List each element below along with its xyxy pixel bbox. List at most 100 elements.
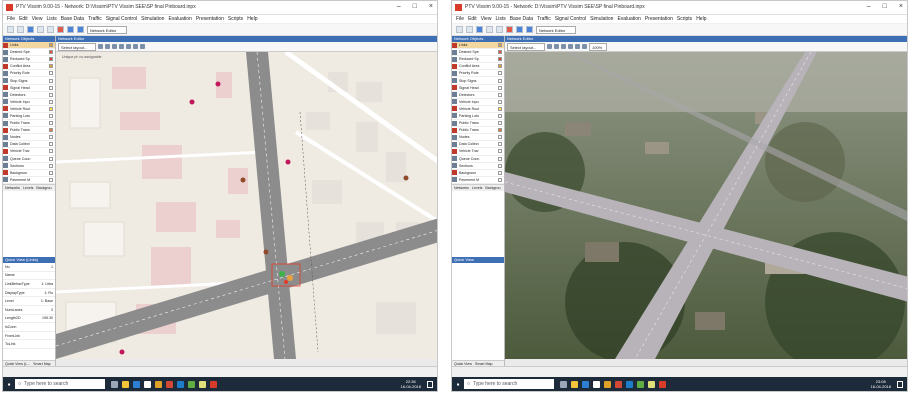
menu-scripts[interactable]: Scripts: [677, 16, 692, 22]
object-color-swatch[interactable]: [49, 57, 53, 62]
wireframe-icon[interactable]: [140, 44, 145, 49]
editor-layout-select[interactable]: Select layout...: [507, 42, 545, 51]
network-object-item[interactable]: Public Trans: [3, 120, 55, 128]
network-object-item[interactable]: Priority Rule: [3, 70, 55, 78]
quick-view-row[interactable]: DisplayType 1: Ro: [3, 289, 55, 298]
background-map-icon[interactable]: [133, 44, 138, 49]
play-icon[interactable]: [516, 26, 523, 33]
object-color-swatch[interactable]: [49, 43, 53, 48]
network-object-item[interactable]: Links: [452, 42, 504, 50]
object-color-swatch[interactable]: [498, 71, 502, 76]
zoom-in-icon[interactable]: [547, 44, 552, 49]
file-explorer-icon[interactable]: [122, 380, 129, 388]
quick-view-row[interactable]: Nu 1: [3, 263, 55, 272]
open-file-icon[interactable]: [466, 26, 473, 33]
object-color-swatch[interactable]: [49, 177, 53, 182]
app-icon-blue[interactable]: [626, 380, 633, 388]
object-color-swatch[interactable]: [49, 149, 53, 154]
menu-view[interactable]: View: [481, 16, 492, 22]
app-icon-yellow[interactable]: [648, 380, 655, 388]
object-color-swatch[interactable]: [498, 170, 502, 175]
app-icon-blue[interactable]: [177, 380, 184, 388]
app-icon[interactable]: [593, 380, 600, 388]
tab-levels[interactable]: Levels: [472, 186, 482, 190]
network-object-item[interactable]: Queue Coun: [452, 156, 504, 163]
object-color-swatch[interactable]: [49, 156, 53, 161]
step-icon[interactable]: [526, 26, 533, 33]
layout-select[interactable]: Network Editor: [536, 25, 576, 34]
network-object-item[interactable]: Links: [3, 42, 55, 50]
undo-icon[interactable]: [37, 26, 44, 33]
network-editor-2d[interactable]: Network Editor Select layout... Unique p…: [56, 36, 437, 367]
attribute-value[interactable]: 3: [39, 308, 55, 312]
layout-select[interactable]: Network Editor: [87, 25, 127, 34]
object-color-swatch[interactable]: [49, 106, 53, 111]
new-file-icon[interactable]: [7, 26, 14, 33]
minimize-icon[interactable]: –: [397, 3, 401, 10]
network-object-item[interactable]: Vehicle Rout: [3, 106, 55, 113]
network-object-item[interactable]: Vehicle Inpu: [452, 99, 504, 106]
quick-view-row[interactable]: ToLink: [3, 340, 55, 349]
minimize-icon[interactable]: –: [867, 3, 871, 10]
object-color-swatch[interactable]: [49, 128, 53, 133]
object-color-swatch[interactable]: [498, 135, 502, 140]
task-view-icon[interactable]: [560, 380, 567, 388]
background-map-icon[interactable]: [582, 44, 587, 49]
network-object-item[interactable]: Nodes: [3, 134, 55, 142]
object-color-swatch[interactable]: [49, 99, 53, 104]
network-object-item[interactable]: Desired Spe: [3, 49, 55, 57]
object-color-swatch[interactable]: [498, 113, 502, 118]
tab-networks[interactable]: Networks: [5, 186, 20, 190]
menu-presentation[interactable]: Presentation: [196, 16, 224, 22]
maximize-icon[interactable]: □: [883, 3, 887, 10]
network-object-item[interactable]: Reduced Sp: [3, 56, 55, 64]
menu-edit[interactable]: Edit: [468, 16, 477, 22]
store-icon[interactable]: [133, 380, 140, 388]
app-icon-green[interactable]: [188, 380, 195, 388]
zoom-in-icon[interactable]: [98, 44, 103, 49]
network-object-item[interactable]: Stop Signs: [3, 77, 55, 85]
quick-view-row[interactable]: NumLanes 3: [3, 306, 55, 315]
network-object-item[interactable]: Nodes: [452, 134, 504, 142]
network-object-item[interactable]: Parking Lots: [3, 113, 55, 121]
app-icon-yellow[interactable]: [199, 380, 206, 388]
play-icon[interactable]: [67, 26, 74, 33]
tab-backgrounds[interactable]: Backgrou: [36, 186, 51, 190]
object-color-swatch[interactable]: [498, 50, 502, 55]
tab-networks[interactable]: Networks: [454, 186, 469, 190]
chrome-icon[interactable]: [155, 380, 162, 388]
windows-start-icon[interactable]: ▪: [452, 377, 464, 391]
file-explorer-icon[interactable]: [571, 380, 578, 388]
zoom-select[interactable]: 100%: [589, 42, 607, 51]
notifications-icon[interactable]: [897, 380, 903, 388]
network-object-item[interactable]: Desired Spe: [452, 49, 504, 57]
undo-icon[interactable]: [486, 26, 493, 33]
network-object-item[interactable]: Backgroun: [452, 170, 504, 177]
attribute-value[interactable]: 195.30: [39, 316, 55, 320]
menu-simulation[interactable]: Simulation: [590, 16, 613, 22]
menu-presentation[interactable]: Presentation: [645, 16, 673, 22]
step-icon[interactable]: [77, 26, 84, 33]
object-color-swatch[interactable]: [498, 121, 502, 126]
network-object-item[interactable]: Conflict Area: [452, 63, 504, 71]
vissim-taskbar-icon[interactable]: [659, 380, 666, 388]
zoom-out-icon[interactable]: [554, 44, 559, 49]
network-object-item[interactable]: Conflict Area: [3, 63, 55, 71]
network-object-item[interactable]: Detectors: [452, 92, 504, 99]
network-object-item[interactable]: Priority Rule: [452, 70, 504, 78]
taskbar-search[interactable]: ○ Type here to search: [464, 379, 554, 389]
notifications-icon[interactable]: [427, 380, 433, 388]
menu-signal-control[interactable]: Signal Control: [106, 16, 137, 22]
attribute-value[interactable]: 1: Base: [39, 299, 55, 303]
attribute-value[interactable]: 1: Ro: [39, 291, 55, 295]
object-color-swatch[interactable]: [498, 99, 502, 104]
app-icon-red[interactable]: [166, 380, 173, 388]
map-canvas[interactable]: Unique pt: no assignable: [56, 52, 437, 367]
network-object-item[interactable]: Sections: [452, 163, 504, 170]
tab-levels[interactable]: Levels: [23, 186, 33, 190]
3d-mode-icon[interactable]: [568, 44, 573, 49]
object-color-swatch[interactable]: [498, 106, 502, 111]
network-object-item[interactable]: Public Trans: [452, 120, 504, 128]
quick-view-row[interactable]: Length2D 195.30: [3, 315, 55, 324]
network-object-item[interactable]: Stop Signs: [452, 77, 504, 85]
